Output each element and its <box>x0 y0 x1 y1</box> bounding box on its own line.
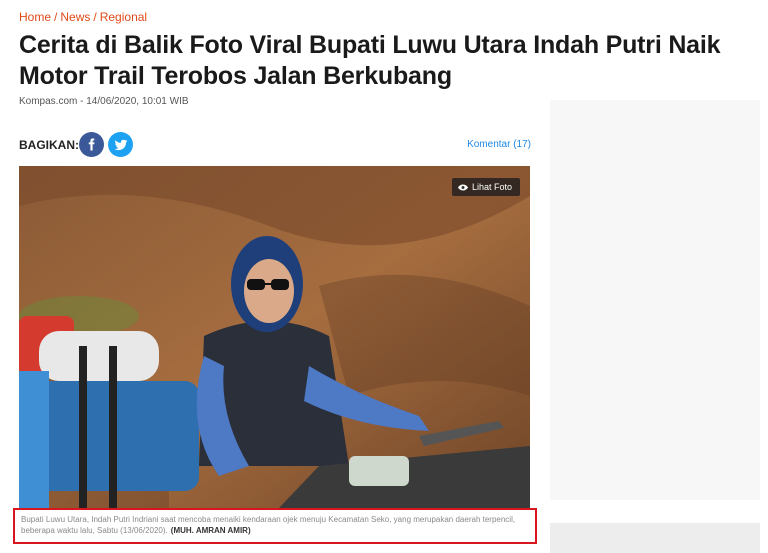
twitter-icon <box>114 139 127 150</box>
breadcrumb: Home / News / Regional <box>19 10 147 24</box>
view-photo-label: Lihat Foto <box>471 182 512 192</box>
photo-caption: Bupati Luwu Utara, Indah Putri Indriani … <box>13 508 537 544</box>
facebook-icon <box>88 138 95 151</box>
eye-icon <box>457 184 468 190</box>
breadcrumb-separator: / <box>93 10 97 24</box>
twitter-share-button[interactable] <box>108 132 133 157</box>
photo-image <box>19 166 530 508</box>
article-title: Cerita di Balik Foto Viral Bupati Luwu U… <box>19 31 721 90</box>
facebook-share-button[interactable] <box>79 132 104 157</box>
caption-text: Bupati Luwu Utara, Indah Putri Indriani … <box>21 515 516 535</box>
share-label: BAGIKAN: <box>19 138 79 152</box>
view-photo-button[interactable]: Lihat Foto <box>451 178 520 196</box>
sidebar-ad-area <box>550 100 760 500</box>
breadcrumb-regional[interactable]: Regional <box>100 10 147 24</box>
article-meta: Kompas.com - 14/06/2020, 10:01 WIB <box>19 96 189 107</box>
sidebar-ad-area-bottom <box>550 523 760 553</box>
share-bar: BAGIKAN: Komentar (17) <box>19 131 531 159</box>
breadcrumb-separator: / <box>54 10 58 24</box>
breadcrumb-news[interactable]: News <box>60 10 90 24</box>
comments-link[interactable]: Komentar (17) <box>467 139 531 150</box>
breadcrumb-home[interactable]: Home <box>19 10 51 24</box>
photo-credit: (MUH. AMRAN AMIR) <box>170 526 251 535</box>
article-photo[interactable]: Lihat Foto <box>19 166 530 508</box>
